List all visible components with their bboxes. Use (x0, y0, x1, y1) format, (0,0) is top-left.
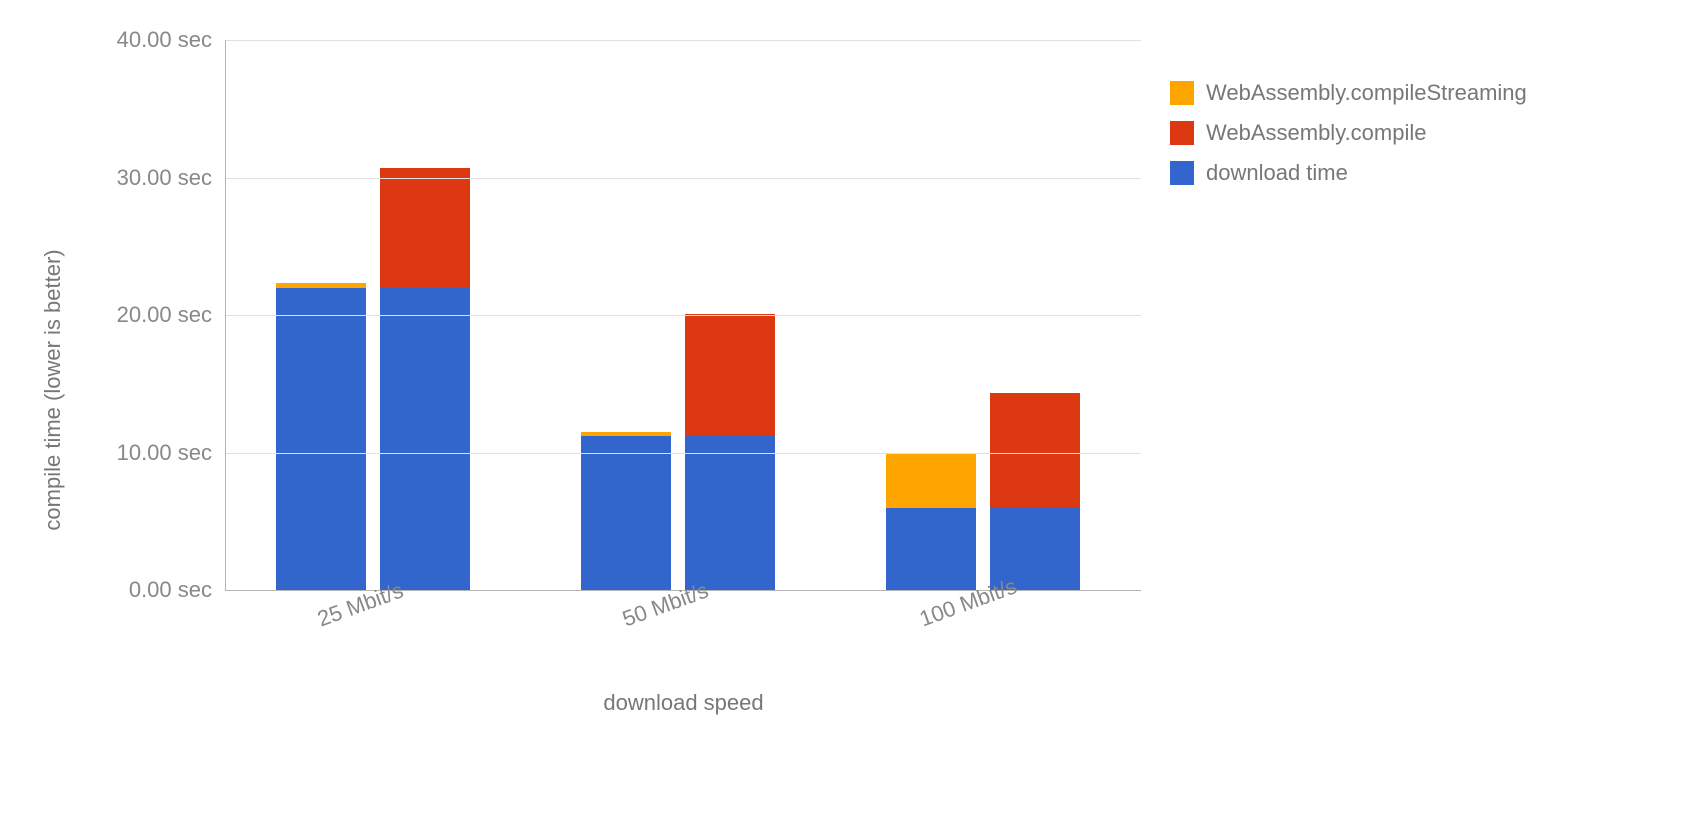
gridline (226, 40, 1141, 41)
bar-segment (276, 288, 366, 591)
bar-segment (380, 288, 470, 591)
gridline (226, 453, 1141, 454)
legend-label: WebAssembly.compile (1206, 120, 1426, 146)
bar-segment (380, 168, 470, 288)
bar-segment (685, 436, 775, 590)
y-tick-label: 20.00 sec (117, 302, 212, 328)
legend-swatch (1170, 81, 1194, 105)
bar-segment (886, 453, 976, 508)
y-tick-label: 10.00 sec (117, 440, 212, 466)
y-tick-label: 0.00 sec (129, 577, 212, 603)
bar-segment (581, 436, 671, 590)
x-axis-title: download speed (226, 690, 1141, 716)
legend: WebAssembly.compileStreaming WebAssembly.… (1170, 80, 1527, 200)
legend-label: download time (1206, 160, 1348, 186)
legend-item: WebAssembly.compileStreaming (1170, 80, 1527, 106)
y-tick-label: 30.00 sec (117, 165, 212, 191)
y-tick-label: 40.00 sec (117, 27, 212, 53)
chart-container: compile time (lower is better) 25 Mbit/s… (50, 20, 1650, 800)
legend-item: WebAssembly.compile (1170, 120, 1527, 146)
legend-item: download time (1170, 160, 1527, 186)
bar-segment (990, 393, 1080, 507)
gridline (226, 315, 1141, 316)
y-axis-title: compile time (lower is better) (40, 180, 66, 600)
bar-segment (276, 283, 366, 287)
bar-segment (886, 508, 976, 591)
plot-area: 25 Mbit/s50 Mbit/s100 Mbit/s download sp… (225, 40, 1141, 591)
bar-segment (581, 432, 671, 436)
legend-swatch (1170, 161, 1194, 185)
legend-swatch (1170, 121, 1194, 145)
gridline (226, 178, 1141, 179)
legend-label: WebAssembly.compileStreaming (1206, 80, 1527, 106)
bar-segment (685, 314, 775, 436)
